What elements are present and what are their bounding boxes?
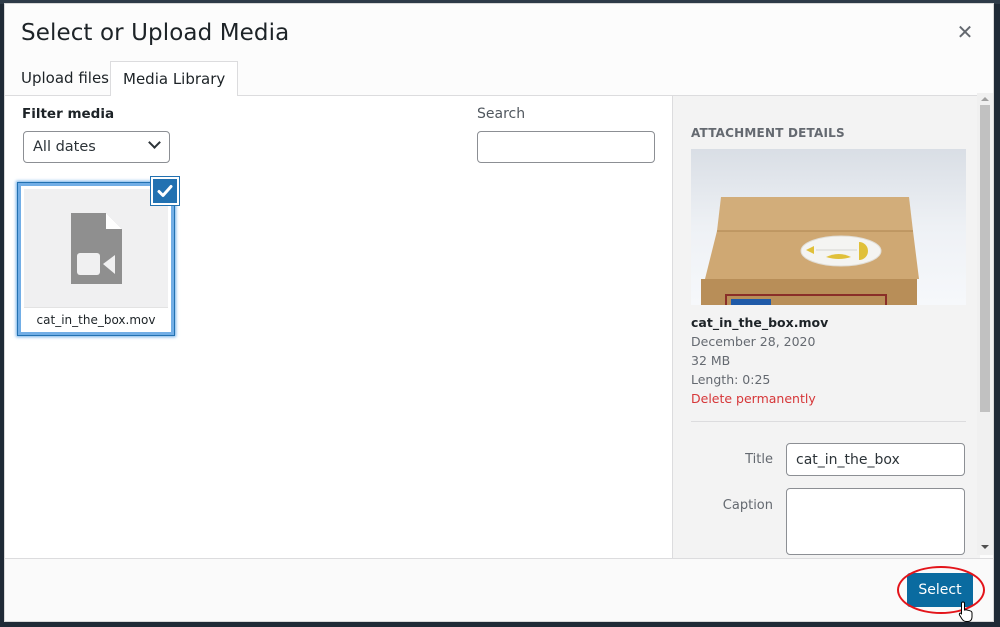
attachment-thumbnail [24,189,168,307]
date-filter-value: All dates [33,139,96,155]
details-divider [691,421,966,422]
date-filter-select[interactable]: All dates [23,131,170,163]
attachment-filename: cat_in_the_box.mov [24,307,168,331]
scroll-down-arrow-icon[interactable] [981,545,989,549]
attachment-details-sidebar: ATTACHMENT DETAILS cat_in_the_box.mov De… [672,96,980,558]
attachment-item[interactable]: cat_in_the_box.mov [18,183,174,335]
sidebar-scrollbar[interactable] [977,93,993,555]
tab-media-library[interactable]: Media Library [110,61,239,97]
search-label: Search [477,106,526,122]
search-input[interactable] [477,131,655,163]
caption-textarea[interactable] [786,488,965,555]
caption-label: Caption [722,498,773,513]
hand-pointer-cursor-icon [958,601,973,622]
checkmark-icon [157,185,173,197]
scroll-up-arrow-icon[interactable] [981,97,989,101]
title-input[interactable] [786,443,965,476]
video-preview-image [691,149,966,305]
media-modal: Select or Upload Media ✕ Upload files Me… [4,3,994,622]
scrollbar-thumb[interactable] [980,105,990,412]
tab-bar: Upload files Media Library [5,58,993,97]
tab-upload-files[interactable]: Upload files [9,61,121,97]
title-label: Title [745,452,773,467]
dialog-title: Select or Upload Media [21,20,290,46]
selected-checkmark-button[interactable] [151,177,179,205]
detail-length: Length: 0:25 [691,372,771,387]
preview-illustration [701,197,919,305]
close-icon[interactable]: ✕ [955,22,975,42]
chevron-down-icon [148,136,161,149]
detail-filename: cat_in_the_box.mov [691,315,829,330]
delete-permanently-link[interactable]: Delete permanently [691,391,816,406]
filter-media-label: Filter media [22,106,115,122]
media-browser: Filter media All dates Search cat_in_the… [5,96,672,558]
detail-file-size: 32 MB [691,353,731,368]
video-file-icon [71,213,122,284]
attachment-details-heading: ATTACHMENT DETAILS [691,126,845,140]
detail-date: December 28, 2020 [691,334,816,349]
modal-footer [5,558,993,621]
